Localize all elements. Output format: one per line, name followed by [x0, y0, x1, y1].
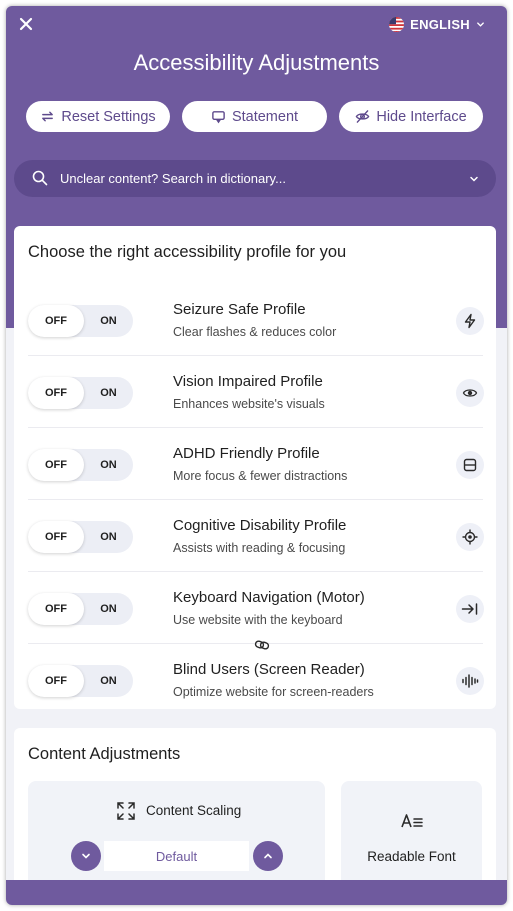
search-placeholder: Unclear content? Search in dictionary...	[60, 171, 286, 186]
readable-font-label: Readable Font	[367, 849, 456, 864]
profile-name: Cognitive Disability Profile	[173, 517, 347, 534]
eye-icon	[456, 379, 484, 407]
statement-label: Statement	[231, 108, 299, 125]
close-icon	[19, 17, 33, 31]
toggle-on-option[interactable]: ON	[84, 449, 133, 481]
toggle-on-option[interactable]: ON	[84, 377, 133, 409]
language-label: ENGLISH	[410, 16, 470, 32]
font-lines-icon	[401, 814, 423, 828]
chevron-down-icon[interactable]	[469, 174, 479, 184]
page-title: Accessibility Adjustments	[133, 50, 380, 75]
profile-description: Use website with the keyboard	[173, 613, 343, 627]
toggle-off-option[interactable]: OFF	[28, 665, 84, 697]
panel-footer-bar	[6, 880, 507, 905]
expand-icon	[117, 802, 135, 820]
profile-name: Vision Impaired Profile	[173, 373, 323, 390]
profile-description: Clear flashes & reduces color	[173, 325, 337, 339]
profiles-card: Choose the right accessibility profile f…	[14, 226, 496, 709]
increase-scaling-button[interactable]	[253, 841, 283, 871]
reset-settings-label: Reset Settings	[61, 108, 156, 125]
toggle-off-option[interactable]: OFF	[28, 593, 84, 625]
hide-interface-button[interactable]: Hide Interface	[339, 101, 483, 132]
profile-toggle[interactable]: OFF ON	[28, 377, 133, 409]
profile-toggle[interactable]: OFF ON	[28, 665, 133, 697]
content-scaling-value: Default	[104, 841, 249, 871]
profiles-heading: Choose the right accessibility profile f…	[28, 243, 347, 261]
audio-wave-icon	[456, 667, 484, 695]
profile-description: Enhances website's visuals	[173, 397, 325, 411]
eye-off-icon	[356, 110, 370, 123]
target-icon	[456, 523, 484, 551]
chevron-down-icon	[477, 21, 484, 27]
content-adjustments-card: Content Adjustments Content Scaling Defa…	[14, 728, 496, 905]
toggle-off-option[interactable]: OFF	[28, 449, 84, 481]
language-selector[interactable]: ENGLISH	[389, 14, 485, 34]
chevron-down-icon	[82, 853, 90, 859]
search-icon	[32, 170, 48, 186]
close-button[interactable]	[14, 12, 38, 36]
content-scaling-tile: Content Scaling Default	[28, 781, 325, 891]
readable-font-tile[interactable]: Readable Font	[341, 781, 482, 891]
content-scaling-label: Content Scaling	[146, 803, 242, 818]
lightning-icon	[456, 307, 484, 335]
hide-interface-label: Hide Interface	[376, 108, 467, 125]
profile-toggle[interactable]: OFF ON	[28, 593, 133, 625]
profile-name: Seizure Safe Profile	[173, 301, 306, 318]
link-icon	[254, 640, 270, 650]
profile-description: Assists with reading & focusing	[173, 541, 346, 555]
toggle-off-option[interactable]: OFF	[28, 377, 84, 409]
profile-name: ADHD Friendly Profile	[173, 445, 320, 462]
toggle-off-option[interactable]: OFF	[28, 305, 84, 337]
statement-icon	[212, 111, 225, 124]
toggle-on-option[interactable]: ON	[84, 305, 133, 337]
decrease-scaling-button[interactable]	[71, 841, 101, 871]
profile-row-seizure-safe: OFF ON Seizure Safe Profile Clear flashe…	[28, 284, 484, 356]
toggle-on-option[interactable]: ON	[84, 521, 133, 553]
dictionary-search-input[interactable]: Unclear content? Search in dictionary...	[14, 160, 496, 197]
profile-name: Keyboard Navigation (Motor)	[173, 589, 365, 606]
profile-row-cognitive-disability: OFF ON Cognitive Disability Profile Assi…	[28, 500, 484, 572]
profile-name: Blind Users (Screen Reader)	[173, 661, 365, 678]
toggle-on-option[interactable]: ON	[84, 665, 133, 697]
profile-toggle[interactable]: OFF ON	[28, 305, 133, 337]
profile-toggle[interactable]: OFF ON	[28, 449, 133, 481]
profile-row-adhd-friendly: OFF ON ADHD Friendly Profile More focus …	[28, 428, 484, 500]
content-adjustments-heading: Content Adjustments	[28, 745, 181, 763]
focus-window-icon	[456, 451, 484, 479]
profile-row-keyboard-navigation: OFF ON Keyboard Navigation (Motor) Use w…	[28, 572, 484, 644]
toggle-on-option[interactable]: ON	[84, 593, 133, 625]
swap-arrows-icon	[42, 111, 54, 122]
toggle-off-option[interactable]: OFF	[28, 521, 84, 553]
accessibility-panel: ENGLISH Accessibility Adjustments Reset …	[6, 6, 507, 905]
profile-description: Optimize website for screen-readers	[173, 685, 374, 699]
profile-description: More focus & fewer distractions	[173, 469, 348, 483]
profile-row-vision-impaired: OFF ON Vision Impaired Profile Enhances …	[28, 356, 484, 428]
profile-row-blind-users: OFF ON Blind Users (Screen Reader) Optim…	[28, 644, 484, 716]
arrow-to-line-icon	[456, 595, 484, 623]
profile-toggle[interactable]: OFF ON	[28, 521, 133, 553]
chevron-up-icon	[264, 853, 272, 859]
reset-settings-button[interactable]: Reset Settings	[26, 101, 170, 132]
us-flag-icon	[389, 16, 405, 32]
statement-button[interactable]: Statement	[182, 101, 327, 132]
